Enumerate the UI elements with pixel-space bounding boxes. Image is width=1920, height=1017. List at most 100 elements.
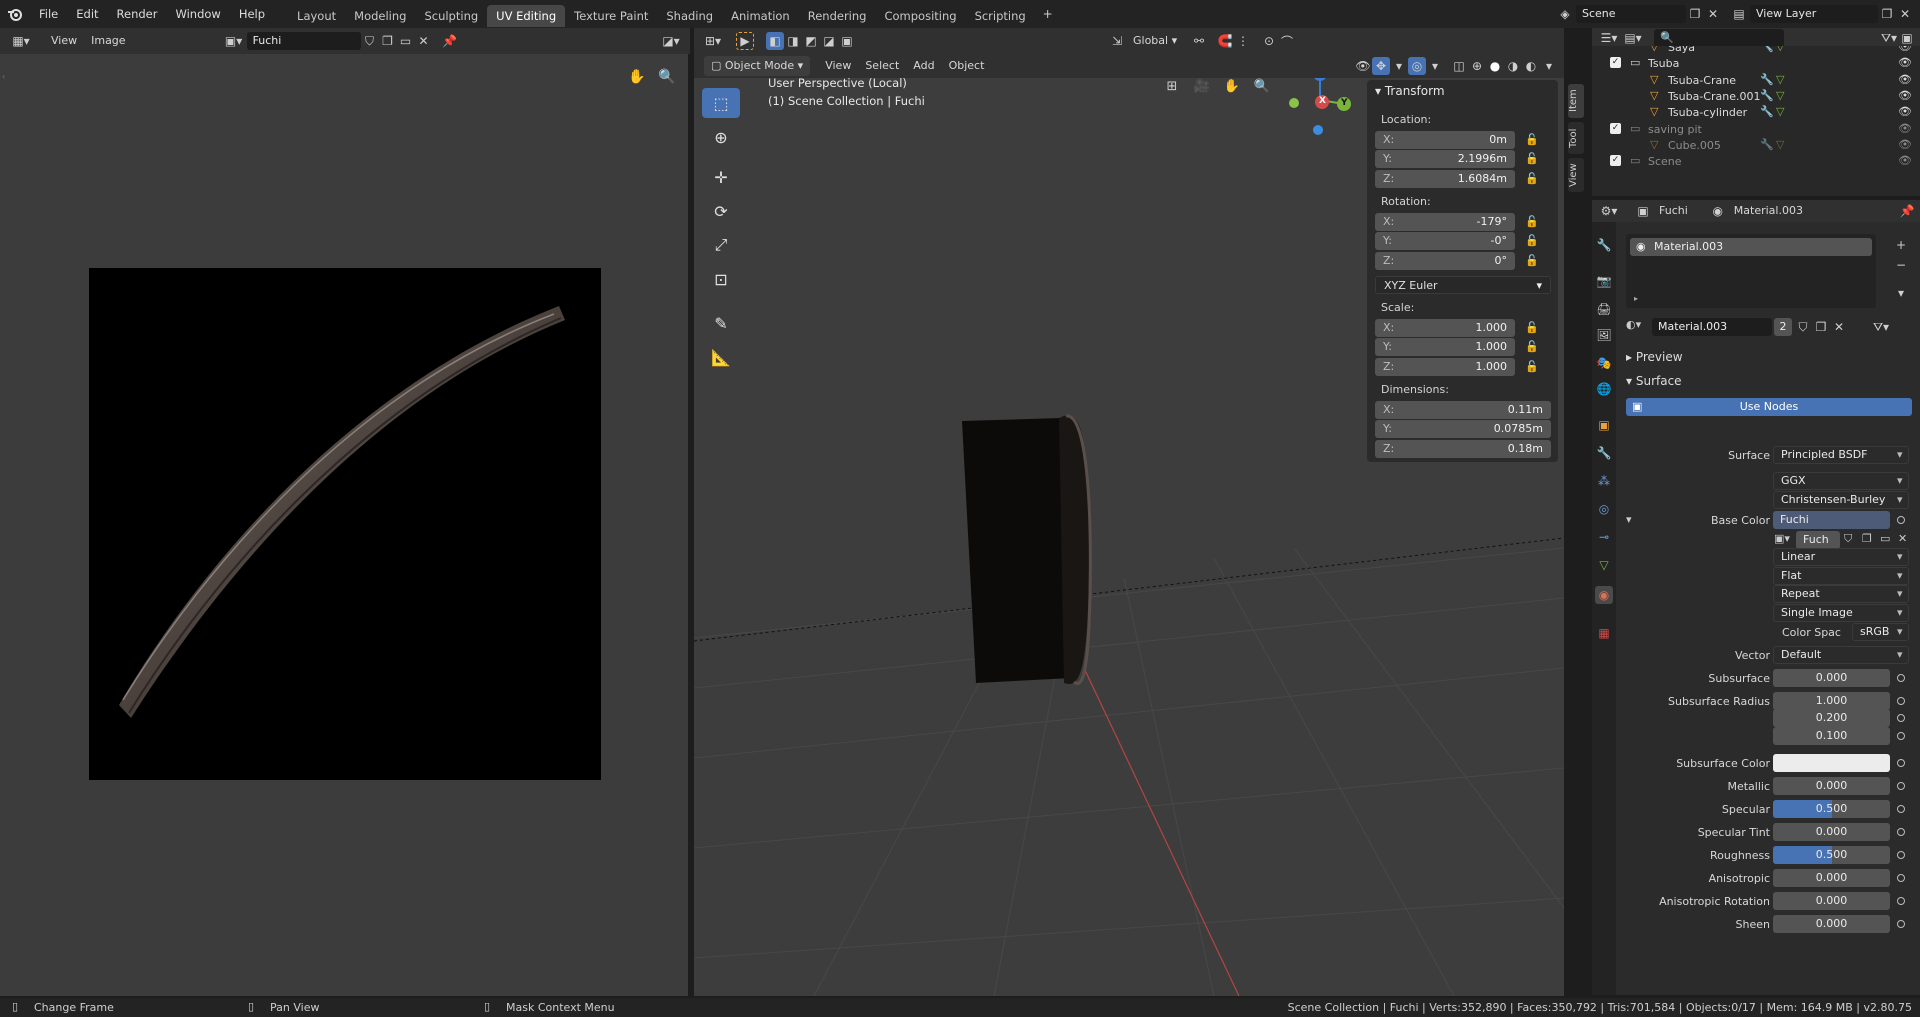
rotation-z-field[interactable]: Z: 0° [1375, 252, 1515, 270]
overlay-dropdown-icon[interactable]: ▾ [1426, 57, 1444, 75]
workspace-tab-compositing[interactable]: Compositing [875, 5, 965, 27]
lock-scale-x-icon[interactable]: 🔓 [1525, 321, 1539, 334]
shading-dropdown-icon[interactable]: ▾ [1540, 57, 1558, 75]
prop-field[interactable]: 0.000 [1773, 669, 1890, 687]
lock-scale-y-icon[interactable]: 🔓 [1525, 340, 1539, 353]
pin-icon[interactable]: 📌 [441, 32, 459, 50]
material-slot-item[interactable]: ◉ Material.003 [1630, 238, 1872, 256]
prop-field[interactable]: 0.000 [1773, 777, 1890, 795]
lock-rotation-y-icon[interactable]: 🔓 [1525, 234, 1539, 247]
prop-field[interactable]: 0.200 [1773, 709, 1890, 727]
xray-icon[interactable]: ◫ [1450, 57, 1468, 75]
new-image-icon[interactable]: ❐ [1862, 532, 1872, 545]
lock-location-x-icon[interactable]: 🔓 [1525, 133, 1539, 146]
prop-field[interactable]: Principled BSDF [1773, 446, 1909, 464]
transform-tool-icon[interactable]: ⊡ [702, 264, 740, 294]
orientation-icon[interactable]: ⇲ [1108, 32, 1126, 50]
shading-solid-icon[interactable]: ● [1486, 57, 1504, 75]
new-collection-icon[interactable]: ▣ [1898, 29, 1916, 47]
prop-field[interactable]: GGX [1773, 472, 1909, 490]
orientation-dropdown[interactable]: Global ▾ [1126, 31, 1190, 51]
remove-slot-icon[interactable]: − [1892, 256, 1910, 274]
shading-rendered-icon[interactable]: ◐ [1522, 57, 1540, 75]
shading-wireframe-icon[interactable]: ⊕ [1468, 57, 1486, 75]
workspace-tab-rendering[interactable]: Rendering [799, 5, 876, 27]
constraints-tab-icon[interactable]: ⊸ [1595, 528, 1613, 546]
prop-field[interactable]: 0.100 [1773, 727, 1890, 745]
properties-pin-icon[interactable]: 📌 [1898, 202, 1916, 220]
scene-name-field[interactable]: Scene [1576, 5, 1686, 23]
lock-location-z-icon[interactable]: 🔓 [1525, 172, 1539, 185]
delete-scene-icon[interactable]: ✕ [1704, 5, 1722, 23]
world-props-tab-icon[interactable]: 🌐 [1595, 380, 1613, 398]
mode-extend-icon[interactable]: ◨ [784, 32, 802, 50]
new-image-icon[interactable]: ❐ [379, 32, 397, 50]
mode-set-icon[interactable]: ◧ [766, 32, 784, 50]
slot-list-expand-icon[interactable]: ▸ [1634, 294, 1638, 303]
socket-icon[interactable] [1897, 516, 1905, 524]
gizmo-dropdown-icon[interactable]: ▾ [1390, 57, 1408, 75]
zoom-icon[interactable]: 🔍 [654, 64, 680, 90]
viewport-menu-select[interactable]: Select [858, 56, 906, 76]
unlink-image-icon[interactable]: ✕ [415, 32, 433, 50]
socket-icon[interactable] [1897, 697, 1905, 705]
socket-icon[interactable] [1897, 805, 1905, 813]
material-name-field[interactable]: Material.003 [1652, 318, 1772, 336]
prop-field[interactable]: Flat [1773, 567, 1909, 585]
pivot-icon[interactable]: ⚯ [1190, 32, 1208, 50]
open-image-icon[interactable]: ▭ [397, 32, 415, 50]
visibility-eye-icon[interactable]: 👁 [1898, 56, 1912, 69]
prop-field[interactable]: Fuch [1796, 531, 1840, 549]
dimensions-x-field[interactable]: X: 0.11m [1375, 401, 1551, 419]
falloff-icon[interactable]: ⌒ [1278, 32, 1296, 50]
overlay-toggle-icon[interactable]: ◎ [1408, 57, 1426, 75]
menu-window[interactable]: Window [166, 0, 229, 28]
prop-field[interactable]: 1.000 [1773, 692, 1890, 710]
visibility-eye-icon[interactable]: 👁 [1898, 89, 1912, 102]
workspace-tab-texture-paint[interactable]: Texture Paint [565, 5, 657, 27]
menu-file[interactable]: File [30, 0, 67, 28]
prop-field[interactable]: Fuchi [1773, 511, 1890, 529]
slot-specials-icon[interactable]: ▾ [1892, 284, 1910, 302]
sidebar-toggle-icon[interactable]: ‹ [2, 72, 5, 81]
delete-view-layer-icon[interactable]: ✕ [1896, 5, 1914, 23]
material-users-count[interactable]: 2 [1774, 318, 1792, 336]
viewport-menu-add[interactable]: Add [906, 56, 941, 76]
prop-field[interactable]: 0.000 [1773, 823, 1890, 841]
checkbox-icon[interactable]: ✓ [1610, 122, 1621, 134]
material-duplicate-icon[interactable]: ❐ [1812, 318, 1830, 336]
workspace-tab-uv-editing[interactable]: UV Editing [487, 4, 566, 27]
material-tab-icon[interactable]: ◉ [1595, 586, 1613, 604]
display-mode-icon[interactable]: ▤▾ [1624, 29, 1642, 47]
preview-panel-header[interactable]: ▸ Preview [1626, 350, 1683, 364]
select-tool-icon[interactable]: ⬚ [702, 88, 740, 118]
particles-tab-icon[interactable]: ⁂ [1595, 472, 1613, 490]
lock-location-y-icon[interactable]: 🔓 [1525, 152, 1539, 165]
menu-edit[interactable]: Edit [67, 0, 107, 28]
outliner-row[interactable]: ✓ ▭ Scene 👁 [1592, 152, 1920, 172]
material-slot-list[interactable]: ◉ Material.003 ▸ [1626, 234, 1876, 308]
location-y-field[interactable]: Y: 2.1996m [1375, 150, 1515, 168]
viewport-menu-object[interactable]: Object [942, 56, 992, 76]
image-browse-icon[interactable]: ▣▾ [1774, 532, 1790, 545]
rotate-tool-icon[interactable]: ⟳ [702, 196, 740, 226]
socket-icon[interactable] [1897, 828, 1905, 836]
snap-target-icon[interactable]: ⋮ [1234, 32, 1252, 50]
workspace-tab-scripting[interactable]: Scripting [966, 5, 1035, 27]
expand-base-color-icon[interactable]: ▾ [1626, 513, 1632, 526]
rotation-x-field[interactable]: X: -179° [1375, 213, 1515, 231]
tab-view[interactable]: View [1568, 158, 1584, 192]
image-name-field[interactable]: Fuchi [246, 32, 361, 50]
dimensions-y-field[interactable]: Y: 0.0785m [1375, 420, 1551, 438]
viewport-menu-view[interactable]: View [818, 56, 858, 76]
new-scene-icon[interactable]: ❐ [1686, 5, 1704, 23]
display-channels-icon[interactable]: ◪▾ [662, 32, 680, 50]
mode-subtract-icon[interactable]: ◩ [802, 32, 820, 50]
outliner-search-input[interactable]: 🔍 [1654, 29, 1784, 47]
prop-field[interactable]: Christensen-Burley [1773, 491, 1909, 509]
fake-user-icon[interactable]: ⛉ [361, 32, 379, 50]
location-z-field[interactable]: Z: 1.6084m [1375, 170, 1515, 188]
prop-field[interactable]: Repeat [1773, 585, 1909, 603]
open-image-icon[interactable]: ▭ [1880, 532, 1890, 545]
workspace-tab-modeling[interactable]: Modeling [345, 5, 415, 27]
